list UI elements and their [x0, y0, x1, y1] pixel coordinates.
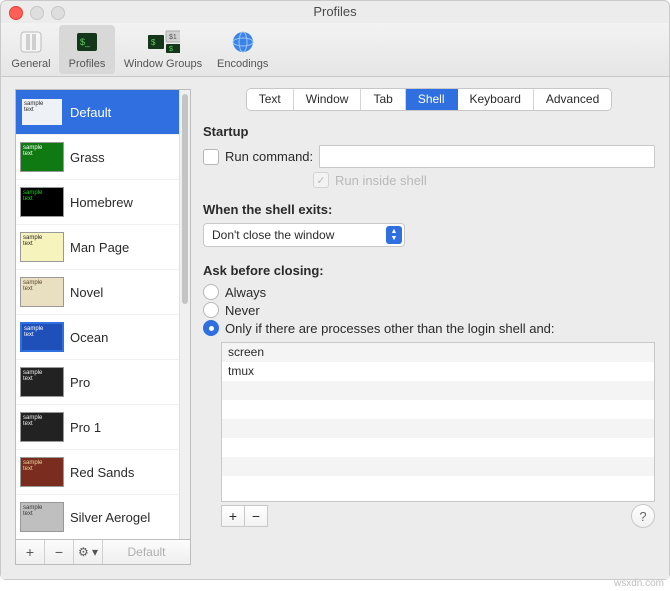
ask-option-label: Always	[225, 285, 266, 300]
profile-item[interactable]: sampletext Red Sands	[16, 450, 180, 495]
window-groups-icon: $ $1 $	[146, 27, 180, 57]
window-controls	[9, 6, 65, 20]
tab-advanced[interactable]: Advanced	[534, 89, 611, 110]
preferences-window: Profiles General $_ Profiles $ $1 $ Window…	[0, 0, 670, 580]
ask-option-label: Never	[225, 303, 260, 318]
tab-window[interactable]: Window	[294, 89, 362, 110]
minimize-window-button[interactable]	[30, 6, 44, 20]
profile-thumbnail: sampletext	[20, 142, 64, 172]
profile-item[interactable]: sampletext Pro	[16, 360, 180, 405]
watermark: wsxdn.com	[614, 578, 664, 589]
globe-icon	[226, 27, 260, 57]
run-command-label: Run command:	[225, 149, 313, 164]
profile-sidebar: sampletextDefaultsampletextGrasssamplete…	[15, 89, 191, 565]
help-button[interactable]: ?	[631, 504, 655, 528]
profile-item[interactable]: sampletext Novel	[16, 270, 180, 315]
exit-heading: When the shell exits:	[203, 202, 655, 217]
profile-list-toolbar: + − ⚙︎ ▾ Default	[15, 540, 191, 565]
profile-item[interactable]: sampletext Ocean	[16, 315, 180, 360]
svg-text:$: $	[169, 46, 173, 53]
profile-name: Red Sands	[70, 465, 134, 480]
titlebar: Profiles	[1, 1, 669, 23]
profile-item[interactable]: sampletext Man Page	[16, 225, 180, 270]
process-row[interactable]	[222, 457, 654, 476]
process-row[interactable]: screen	[222, 343, 654, 362]
profile-thumbnail: sampletext	[20, 322, 64, 352]
run-command-field[interactable]	[319, 145, 655, 168]
profile-name: Default	[70, 105, 111, 120]
process-row[interactable]	[222, 381, 654, 400]
tab-keyboard[interactable]: Keyboard	[458, 89, 534, 110]
profile-name: Ocean	[70, 330, 108, 345]
profile-thumbnail: sampletext	[20, 232, 64, 262]
ask-option-radio[interactable]	[203, 302, 219, 318]
run-inside-shell-checkbox: ✓	[313, 172, 329, 188]
process-row[interactable]	[222, 419, 654, 438]
ask-option-label: Only if there are processes other than t…	[225, 321, 555, 336]
profile-name: Novel	[70, 285, 103, 300]
settings-pane: TextWindowTabShellKeyboardAdvanced Start…	[203, 89, 655, 565]
profile-thumbnail: sampletext	[20, 412, 64, 442]
process-row[interactable]	[222, 438, 654, 457]
profile-item[interactable]: sampletext Homebrew	[16, 180, 180, 225]
toolbar-general[interactable]: General	[3, 25, 59, 74]
run-command-checkbox[interactable]	[203, 149, 219, 165]
process-row[interactable]	[222, 400, 654, 419]
tab-tab[interactable]: Tab	[361, 89, 405, 110]
toolbar-profiles[interactable]: $_ Profiles	[59, 25, 115, 74]
ask-heading: Ask before closing:	[203, 263, 655, 278]
process-list[interactable]: screentmux	[221, 342, 655, 502]
profile-item[interactable]: sampletext Pro 1	[16, 405, 180, 450]
profile-thumbnail: sampletext	[20, 502, 64, 532]
profile-item[interactable]: sampletext Default	[16, 90, 180, 135]
preferences-icon	[14, 27, 48, 57]
set-default-button[interactable]: Default	[103, 540, 190, 564]
profile-name: Silver Aerogel	[70, 510, 150, 525]
svg-text:$: $	[151, 38, 156, 47]
profile-name: Pro	[70, 375, 90, 390]
tab-text[interactable]: Text	[247, 89, 294, 110]
profile-name: Homebrew	[70, 195, 133, 210]
profile-item[interactable]: sampletext Grass	[16, 135, 180, 180]
ask-option-radio[interactable]	[203, 320, 219, 336]
content: sampletextDefaultsampletextGrasssamplete…	[1, 77, 669, 579]
process-row[interactable]: tmux	[222, 362, 654, 381]
terminal-icon: $_	[70, 27, 104, 57]
profile-name: Pro 1	[70, 420, 101, 435]
add-process-button[interactable]: +	[221, 505, 245, 527]
profile-name: Grass	[70, 150, 105, 165]
profile-name: Man Page	[70, 240, 129, 255]
profile-list-scrollbar[interactable]	[179, 90, 190, 539]
select-stepper-icon: ▲▼	[386, 226, 402, 244]
profile-thumbnail: sampletext	[20, 367, 64, 397]
profile-list[interactable]: sampletextDefaultsampletextGrasssamplete…	[15, 89, 191, 540]
tab-shell[interactable]: Shell	[406, 89, 458, 110]
zoom-window-button[interactable]	[51, 6, 65, 20]
settings-tabs: TextWindowTabShellKeyboardAdvanced	[203, 89, 655, 110]
profile-action-menu[interactable]: ⚙︎ ▾	[74, 540, 103, 564]
toolbar-window-groups[interactable]: $$1$ Window Groups	[115, 25, 211, 74]
profile-thumbnail: sampletext	[20, 97, 64, 127]
profile-thumbnail: sampletext	[20, 457, 64, 487]
add-profile-button[interactable]: +	[16, 540, 45, 564]
close-window-button[interactable]	[9, 6, 23, 20]
remove-process-button[interactable]: −	[245, 505, 268, 527]
profile-thumbnail: sampletext	[20, 187, 64, 217]
ask-option-radio[interactable]	[203, 284, 219, 300]
window-title: Profiles	[313, 4, 356, 19]
profile-item[interactable]: sampletext Silver Aerogel	[16, 495, 180, 539]
run-inside-shell-label: Run inside shell	[335, 173, 427, 188]
remove-profile-button[interactable]: −	[45, 540, 74, 564]
toolbar: General $_ Profiles $$1$ Window Groups E…	[1, 23, 669, 77]
svg-text:$_: $_	[80, 37, 91, 47]
shell-exit-select[interactable]: Don't close the window ▲▼	[203, 223, 405, 247]
process-row[interactable]	[222, 476, 654, 495]
startup-heading: Startup	[203, 124, 655, 139]
toolbar-encodings[interactable]: Encodings	[211, 25, 274, 74]
profile-thumbnail: sampletext	[20, 277, 64, 307]
svg-text:$1: $1	[169, 34, 177, 41]
